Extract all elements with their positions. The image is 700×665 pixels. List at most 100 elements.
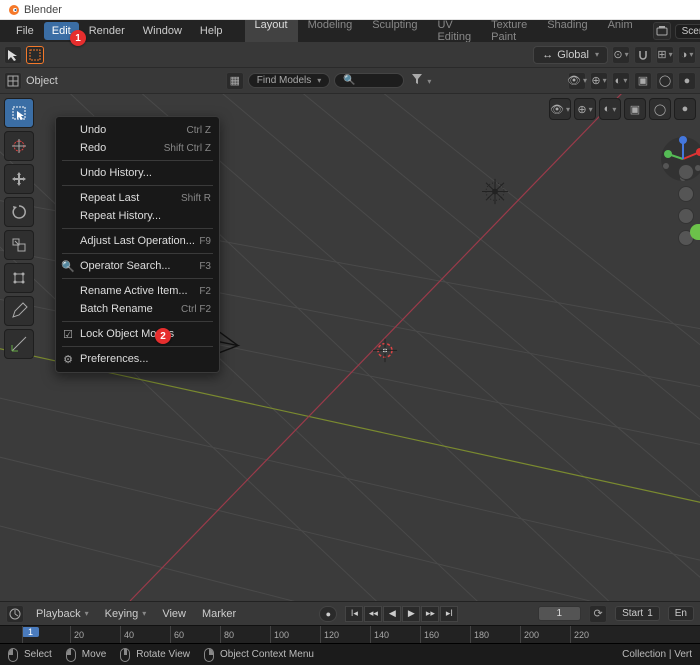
play-button[interactable]: ▶ [402,606,420,622]
snap-toggle[interactable] [634,46,652,64]
end-frame-field[interactable]: En [668,606,694,621]
shading-dropdown[interactable]: ◐ [612,72,630,90]
window-titlebar: Blender [0,0,700,20]
tool-measure[interactable] [4,329,34,359]
gear-icon: ⚙ [61,353,75,366]
menu-undo[interactable]: UndoCtrl Z [56,121,219,139]
ruler-tick: 160 [420,626,439,643]
menu-undo-history[interactable]: Undo History... [56,164,219,182]
frame-range-lock[interactable]: ⟳ [589,605,607,623]
top-menubar: File Edit Render Window Help Layout Mode… [0,20,700,42]
view-xray[interactable]: ▣ [624,98,646,120]
zoom-gizmo[interactable] [678,164,694,180]
status-select: Select [8,648,52,662]
cursor-tool-icon[interactable] [4,46,22,64]
tool-cursor[interactable] [4,131,34,161]
status-rotate: Rotate View [120,648,190,662]
find-models-icon[interactable]: ▦ [226,72,244,90]
timeline-ruler[interactable]: 1 20406080100120140160180200220 [0,625,700,643]
search-icon: 🔍 [61,260,75,273]
marker-menu[interactable]: Marker [198,606,240,622]
jump-next-key-button[interactable]: ▸▸ [421,606,439,622]
menu-window[interactable]: Window [135,22,190,40]
panel-handle[interactable] [690,224,700,240]
scene-name-field[interactable]: Scene [675,24,700,39]
jump-end-button[interactable]: ▸I [440,606,458,622]
show-gizmo-dropdown[interactable]: ⊕ [590,72,608,90]
menu-operator-search[interactable]: 🔍Operator Search...F3 [56,257,219,275]
tool-select-box[interactable] [4,98,34,128]
tool-annotate[interactable] [4,296,34,326]
mode-dropdown[interactable]: Object [26,75,58,87]
mouse-middle-icon [120,648,130,662]
edit-menu-dropdown: UndoCtrl Z RedoShift Ctrl Z Undo History… [55,116,220,373]
ruler-tick: 220 [570,626,589,643]
header-secondary: ↔ Global ⊙ ⊞ ◑ [0,42,700,68]
viewport-3d[interactable]: 👁 ⊕ ◐ ▣ ◯ ● [0,94,700,601]
ruler-tick: 60 [170,626,184,643]
ruler-tick: 120 [320,626,339,643]
menu-render[interactable]: Render [81,22,133,40]
view-overlay-options[interactable]: ◐ [599,98,621,120]
tool-move[interactable] [4,164,34,194]
menu-batch-rename[interactable]: Batch RenameCtrl F2 [56,300,219,318]
find-models-dropdown[interactable]: Find Models [248,73,330,88]
show-overlays-dropdown[interactable]: 👁 [568,72,586,90]
status-context: Object Context Menu [204,648,314,662]
view-menu[interactable]: View [158,606,190,622]
menu-rename-active[interactable]: Rename Active Item...F2 [56,282,219,300]
current-frame-field[interactable]: 1 [538,606,582,621]
ruler-tick: 140 [370,626,389,643]
menu-preferences[interactable]: ⚙Preferences... [56,350,219,368]
ruler-tick: 40 [120,626,134,643]
ruler-tick: 100 [270,626,289,643]
funnel-icon [412,74,422,84]
menu-help[interactable]: Help [192,22,231,40]
xray-toggle[interactable]: ▣ [634,72,652,90]
mouse-left-icon [66,648,76,662]
playback-menu[interactable]: Playback [32,606,93,622]
view-wireframe[interactable]: ◯ [649,98,671,120]
solid-shading[interactable]: ● [678,72,696,90]
wireframe-shading[interactable]: ◯ [656,72,674,90]
view-solid[interactable]: ● [674,98,696,120]
menu-redo[interactable]: RedoShift Ctrl Z [56,139,219,157]
menu-lock-object-modes[interactable]: ☑Lock Object Modes [56,325,219,343]
callout-badge-1: 1 [70,30,86,46]
auto-keying-toggle[interactable]: ● [319,606,337,622]
play-reverse-button[interactable]: ◀ [383,606,401,622]
view-object-types[interactable]: 👁 [549,98,571,120]
transform-orientation-dropdown[interactable]: ↔ Global [533,46,608,64]
search-field[interactable]: 🔍 [334,73,404,88]
menu-adjust-last-op[interactable]: Adjust Last Operation...F9 [56,232,219,250]
mode-label: Object [26,75,58,87]
pivot-dropdown[interactable]: ⊙ [612,46,630,64]
jump-start-button[interactable]: I◂ [345,606,363,622]
keying-menu[interactable]: Keying [101,606,151,622]
jump-prev-key-button[interactable]: ◂◂ [364,606,382,622]
menu-repeat-last[interactable]: Repeat LastShift R [56,189,219,207]
start-frame-field[interactable]: Start 1 [615,606,660,621]
pan-gizmo[interactable] [678,186,694,202]
select-box-icon[interactable] [26,46,44,64]
view-gizmo-options[interactable]: ⊕ [574,98,596,120]
status-move: Move [66,648,106,662]
ruler-tick: 20 [70,626,84,643]
tool-rotate[interactable] [4,197,34,227]
playback-controls: ● I◂ ◂◂ ◀ ▶ ▸▸ ▸I [319,606,458,622]
toolbar-left [4,98,34,359]
scene-browse-button[interactable] [653,22,671,40]
camera-gizmo[interactable] [678,208,694,224]
timeline-editor-icon[interactable] [6,605,24,623]
proportional-edit-dropdown[interactable]: ◑ [678,46,696,64]
snap-target-dropdown[interactable]: ⊞ [656,46,674,64]
ruler-tick: 200 [520,626,539,643]
filter-dropdown[interactable] [408,72,435,89]
tool-scale[interactable] [4,230,34,260]
ruler-tick: 180 [470,626,489,643]
tool-transform[interactable] [4,263,34,293]
window-title: Blender [24,4,62,16]
menu-file[interactable]: File [8,22,42,40]
editor-type-icon[interactable] [4,72,22,90]
menu-repeat-history[interactable]: Repeat History... [56,207,219,225]
